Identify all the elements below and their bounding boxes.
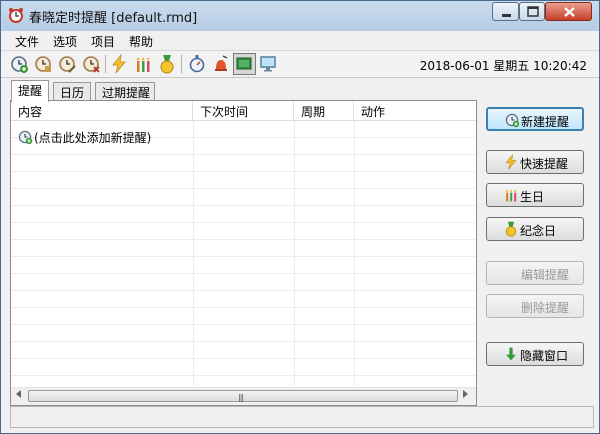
window-mode-icon[interactable]	[233, 53, 256, 75]
list-row[interactable]	[11, 308, 476, 325]
tab-calendar[interactable]: 日历	[53, 82, 91, 100]
list-row[interactable]	[11, 155, 476, 172]
list-row[interactable]	[11, 274, 476, 291]
arrow-down-icon	[506, 347, 516, 361]
menu-options[interactable]: 选项	[53, 33, 77, 50]
list-row[interactable]	[11, 189, 476, 206]
tab-reminders[interactable]: 提醒	[11, 80, 49, 102]
birthday-button[interactable]: 生日	[486, 183, 584, 207]
list-row[interactable]	[11, 291, 476, 308]
new-reminder-button[interactable]: 新建提醒	[486, 107, 584, 131]
quick-reminder-label: 快速提醒	[520, 157, 569, 171]
add-new-reminder-row[interactable]: (点击此处添加新提醒)	[17, 129, 151, 146]
list-row[interactable]	[11, 257, 476, 274]
list-header: 内容 下次时间 周期 动作	[11, 101, 476, 121]
anniversary-button[interactable]: 纪念日	[486, 217, 584, 241]
delete-reminder-button[interactable]: 删除提醒	[486, 294, 584, 318]
menu-file[interactable]: 文件	[15, 33, 39, 50]
birthday-icon[interactable]	[133, 54, 153, 74]
column-cycle[interactable]: 周期	[294, 101, 354, 120]
window-title: 春晓定时提醒 [default.rmd]	[29, 11, 198, 26]
quick-reminder-button[interactable]: 快速提醒	[486, 150, 584, 174]
tab-expired-reminders[interactable]: 过期提醒	[95, 82, 155, 100]
medal-icon	[505, 221, 517, 237]
toolbar: 2018-06-01 星期五 10:20:42	[1, 50, 599, 78]
edit-reminder-label: 编辑提醒	[521, 268, 570, 282]
status-bar	[10, 406, 594, 428]
column-divider	[354, 121, 355, 386]
list-row[interactable]	[11, 172, 476, 189]
stopwatch-icon[interactable]	[187, 54, 207, 74]
column-content[interactable]: 内容	[11, 101, 193, 120]
list-row[interactable]	[11, 223, 476, 240]
toolbar-separator	[105, 55, 106, 73]
list-row[interactable]	[11, 206, 476, 223]
reminder-list: 内容 下次时间 周期 动作 (点击此处添加新提醒) |||	[10, 100, 477, 406]
alarm-clock-app-icon	[9, 8, 23, 23]
reminder-edit-icon[interactable]	[57, 54, 77, 74]
column-action[interactable]: 动作	[354, 101, 476, 120]
reminder-delete-icon[interactable]	[81, 54, 101, 74]
app-window: 春晓定时提醒 [default.rmd] 文件 选项 项目 帮助 2018-06…	[0, 0, 600, 434]
scroll-left-arrow[interactable]	[16, 390, 21, 398]
list-row[interactable]	[11, 359, 476, 376]
title-bar[interactable]: 春晓定时提醒 [default.rmd]	[1, 1, 599, 31]
monitor-icon[interactable]	[258, 54, 278, 74]
anniversary-icon[interactable]	[157, 54, 177, 74]
grip-icon: |||	[238, 393, 244, 402]
quick-reminder-icon[interactable]	[109, 53, 129, 74]
current-datetime: 2018-06-01 星期五 10:20:42	[419, 59, 587, 73]
list-rows	[11, 121, 476, 386]
alarm-bell-icon[interactable]	[211, 54, 231, 74]
horizontal-scrollbar[interactable]: |||	[11, 387, 476, 405]
hide-window-label: 隐藏窗口	[520, 349, 569, 363]
menu-bar: 文件 选项 项目 帮助	[1, 31, 599, 49]
scroll-right-arrow[interactable]	[463, 390, 468, 398]
maximize-button[interactable]	[519, 2, 545, 21]
column-next-time[interactable]: 下次时间	[193, 101, 294, 120]
new-reminder-label: 新建提醒	[521, 115, 570, 129]
scrollbar-thumb[interactable]: |||	[28, 390, 458, 402]
list-row[interactable]	[11, 240, 476, 257]
add-reminder-icon	[18, 130, 33, 145]
add-reminder-hint: (点击此处添加新提醒)	[34, 131, 152, 145]
close-button[interactable]	[545, 2, 592, 21]
toolbar-separator	[181, 55, 182, 73]
menu-help[interactable]: 帮助	[129, 33, 153, 50]
list-row[interactable]	[11, 342, 476, 359]
column-divider	[193, 121, 194, 386]
column-divider	[294, 121, 295, 386]
hide-window-button[interactable]: 隐藏窗口	[486, 342, 584, 366]
candles-icon	[506, 190, 517, 202]
list-row[interactable]	[11, 376, 476, 386]
add-reminder-icon[interactable]	[9, 54, 29, 74]
anniversary-label: 纪念日	[520, 224, 557, 238]
menu-project[interactable]: 项目	[91, 33, 115, 50]
add-reminder-icon	[505, 113, 520, 128]
minimize-button[interactable]	[492, 2, 519, 21]
edit-reminder-button[interactable]: 编辑提醒	[486, 261, 584, 285]
list-row[interactable]	[11, 325, 476, 342]
lightning-icon	[505, 154, 517, 170]
delete-reminder-label: 删除提醒	[521, 301, 570, 315]
birthday-label: 生日	[520, 190, 545, 204]
reminder-clock-icon[interactable]	[33, 54, 53, 74]
